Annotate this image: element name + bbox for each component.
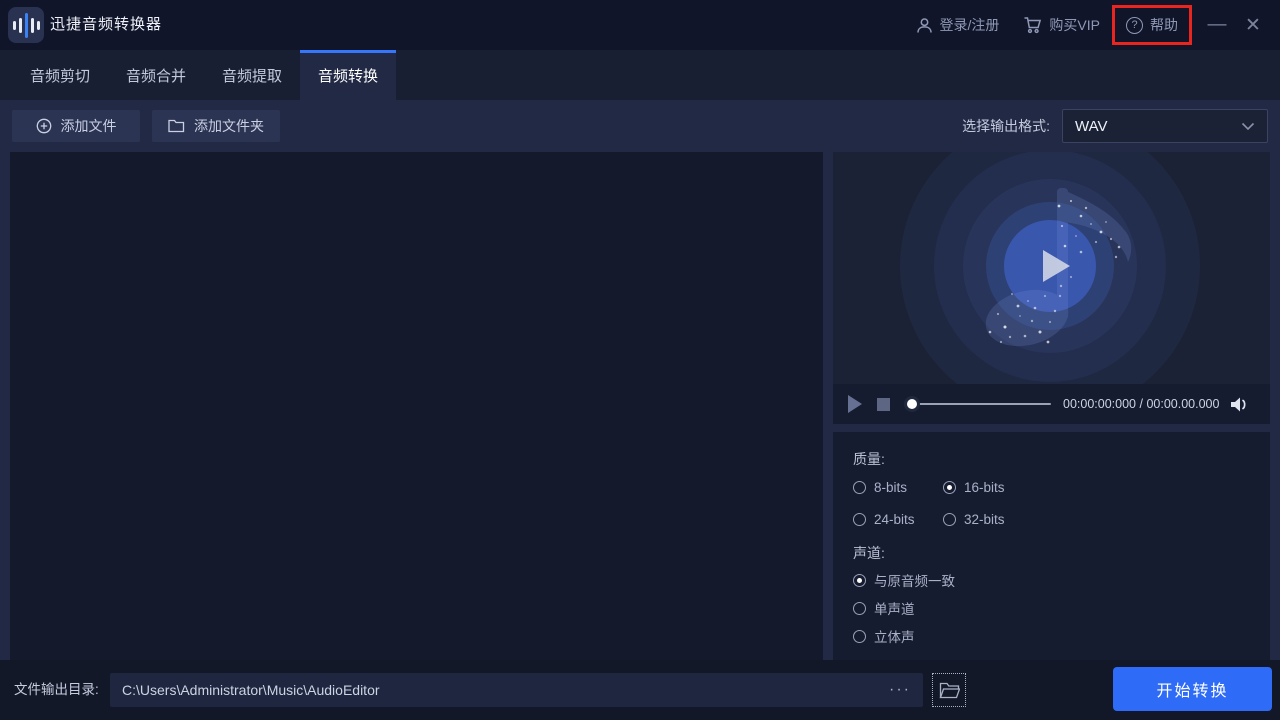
help-label: 帮助 xyxy=(1150,17,1178,33)
add-folder-label: 添加文件夹 xyxy=(194,118,264,134)
seek-thumb[interactable] xyxy=(907,399,917,409)
add-file-button[interactable]: 添加文件 xyxy=(12,110,140,142)
play-button[interactable] xyxy=(848,395,862,413)
folder-icon xyxy=(168,119,185,133)
tab-audio-convert[interactable]: 音频转换 xyxy=(300,50,396,100)
output-format-label: 选择输出格式: xyxy=(962,118,1050,134)
radio-icon xyxy=(943,513,956,526)
output-format-dropdown[interactable]: WAV xyxy=(1062,109,1268,143)
tab-audio-extract[interactable]: 音频提取 xyxy=(204,50,300,100)
big-play-button[interactable] xyxy=(1043,250,1070,282)
radio-icon xyxy=(853,601,866,615)
channel-label: 声道: xyxy=(853,545,885,561)
radio-16bits[interactable]: 16-bits xyxy=(943,480,1005,495)
player-preview xyxy=(833,152,1270,384)
player-controls: 00:00:00:000 / 00:00.00.000 xyxy=(833,384,1270,424)
user-icon xyxy=(916,17,932,33)
login-register-button[interactable]: 登录/注册 xyxy=(916,15,1000,35)
radio-channel-mono[interactable]: 单声道 xyxy=(853,598,915,618)
add-file-label: 添加文件 xyxy=(60,118,117,134)
output-dir-input[interactable]: C:\Users\Administrator\Music\AudioEditor… xyxy=(110,673,923,707)
tab-audio-cut[interactable]: 音频剪切 xyxy=(12,50,108,100)
time-display: 00:00:00:000 / 00:00.00.000 xyxy=(1063,397,1219,411)
radio-icon xyxy=(853,513,866,526)
radio-24bits[interactable]: 24-bits xyxy=(853,512,915,527)
seek-track xyxy=(905,403,1051,405)
radio-icon-checked xyxy=(853,573,866,587)
cart-icon xyxy=(1024,17,1042,34)
output-dir-label: 文件输出目录: xyxy=(14,682,99,697)
total-time: 00:00.00.000 xyxy=(1146,397,1220,411)
login-register-label: 登录/注册 xyxy=(939,17,1000,33)
tab-bar: 音频剪切 音频合并 音频提取 音频转换 xyxy=(0,50,1280,100)
footer-bar: 文件输出目录: C:\Users\Administrator\Music\Aud… xyxy=(0,660,1280,720)
browse-more-button[interactable]: ··· xyxy=(889,681,911,699)
help-button[interactable]: ? 帮助 xyxy=(1112,5,1192,45)
close-button[interactable]: ✕ xyxy=(1238,14,1268,37)
titlebar: 迅捷音频转换器 登录/注册 购买VIP ? 帮助 — ✕ xyxy=(0,0,1280,50)
radio-channel-stereo[interactable]: 立体声 xyxy=(853,626,915,646)
settings-panel: 质量: 8-bits 16-bits 24-bits 32-bits 声道: 与… xyxy=(833,432,1270,660)
radio-8bits[interactable]: 8-bits xyxy=(853,480,907,495)
current-time: 00:00:00:000 xyxy=(1063,397,1136,411)
buy-vip-label: 购买VIP xyxy=(1049,17,1100,33)
file-list[interactable] xyxy=(10,152,823,660)
open-folder-button[interactable] xyxy=(932,673,966,707)
add-folder-button[interactable]: 添加文件夹 xyxy=(152,110,280,142)
app-logo-icon xyxy=(8,7,44,43)
right-panel: 00:00:00:000 / 00:00.00.000 质量: 8-bits 1… xyxy=(833,152,1270,660)
stop-button[interactable] xyxy=(877,397,890,411)
buy-vip-button[interactable]: 购买VIP xyxy=(1023,15,1100,35)
seek-slider[interactable] xyxy=(905,397,1051,411)
time-separator: / xyxy=(1139,397,1143,411)
radio-channel-original[interactable]: 与原音频一致 xyxy=(853,570,955,590)
plus-circle-icon xyxy=(36,118,51,134)
radio-icon xyxy=(853,481,866,494)
open-folder-icon xyxy=(939,682,960,698)
app-window: 迅捷音频转换器 登录/注册 购买VIP ? 帮助 — ✕ 音频剪切 音频合并 音… xyxy=(0,0,1280,720)
start-convert-button[interactable]: 开始转换 xyxy=(1113,667,1272,711)
minimize-button[interactable]: — xyxy=(1202,14,1232,36)
radio-icon-checked xyxy=(943,481,956,494)
help-icon: ? xyxy=(1126,16,1143,34)
radio-32bits[interactable]: 32-bits xyxy=(943,512,1005,527)
app-title: 迅捷音频转换器 xyxy=(50,16,163,33)
radio-icon xyxy=(853,629,866,643)
tab-audio-merge[interactable]: 音频合并 xyxy=(108,50,204,100)
output-dir-value: C:\Users\Administrator\Music\AudioEditor xyxy=(122,682,380,698)
chevron-down-icon xyxy=(1241,122,1255,130)
output-format-value: WAV xyxy=(1075,117,1108,135)
quality-label: 质量: xyxy=(853,451,885,467)
volume-icon[interactable] xyxy=(1229,396,1249,413)
toolbar: 添加文件 添加文件夹 选择输出格式: WAV xyxy=(0,100,1280,152)
